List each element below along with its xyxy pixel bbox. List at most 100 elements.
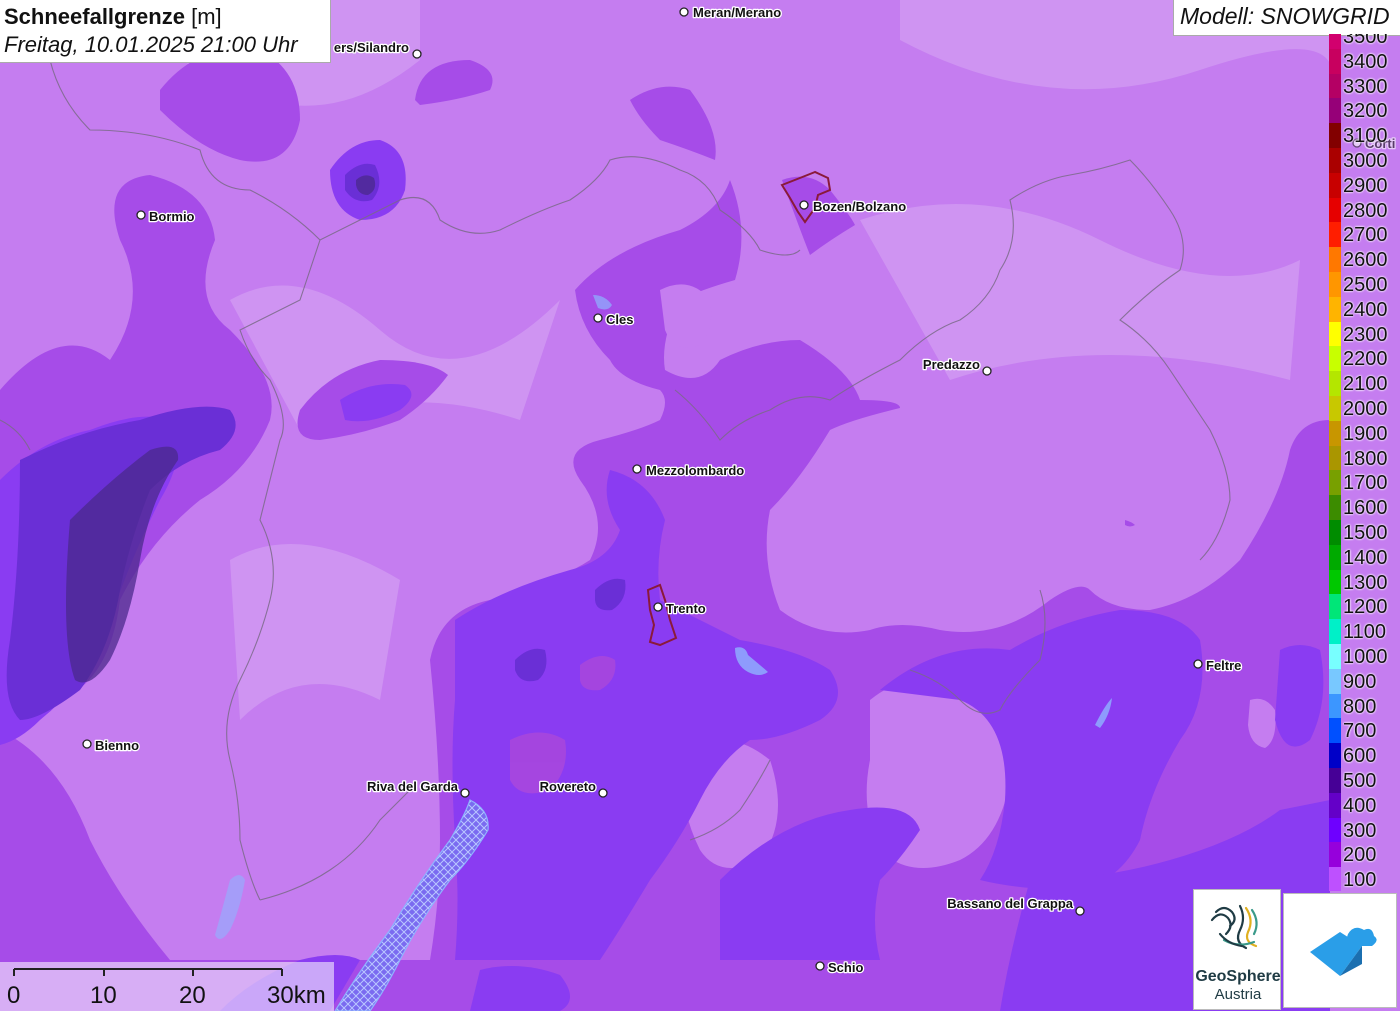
legend-swatch [1329,842,1341,868]
legend-row: 2200 [1328,346,1400,372]
legend-label: 3300 [1343,75,1388,98]
map-title-box: Schneefallgrenze [m] Freitag, 10.01.2025… [0,0,331,63]
scale-label-10: 10 [90,982,117,1009]
marker-mezzolombardo[interactable] [632,464,642,474]
marker-riva[interactable] [460,788,470,798]
legend-row: 2400 [1328,296,1400,322]
geosphere-logo-subtext: Austria [1214,986,1262,1003]
legend-row: 2600 [1328,247,1400,272]
weather-app-logo[interactable] [1283,893,1397,1008]
legend-row: 1600 [1328,495,1400,520]
legend-swatch [1329,668,1341,694]
geosphere-logo[interactable]: GeoSphere Austria [1193,889,1281,1010]
legend-label: 3400 [1343,50,1388,73]
legend-row: 2100 [1328,371,1400,396]
legend-row: 2900 [1328,172,1400,198]
legend-row: 1300 [1328,569,1400,595]
marker-bormio[interactable] [136,210,146,220]
legend-label: 600 [1343,745,1377,768]
snowfall-map[interactable]: Meran/Merano ers/Silandro Bormio Bozen/B… [0,0,1400,1011]
label-bormio: Bormio [149,209,195,224]
legend-row: 1900 [1328,420,1400,446]
label-cles: Cles [606,312,633,327]
legend-label: 3000 [1343,150,1388,172]
marker-bozen[interactable] [799,200,809,210]
legend-label: 300 [1343,819,1377,842]
legend-swatch [1329,544,1341,570]
label-bienno: Bienno [95,738,139,753]
geosphere-logo-text: GeoSphere [1195,968,1281,985]
label-bassano: Bassano del Grappa [947,896,1073,911]
legend-row: 400 [1328,792,1400,818]
legend-row: 1700 [1328,470,1400,496]
legend-swatch [1329,817,1341,843]
label-mezzolombardo: Mezzolombardo [646,463,744,478]
legend-row: 3000 [1328,148,1400,173]
legend-label: 900 [1343,670,1377,693]
map-title: Schneefallgrenze [m] [4,3,326,31]
legend-label: 400 [1343,794,1377,817]
legend-swatch [1329,792,1341,818]
map-datetime: Freitag, 10.01.2025 21:00 Uhr [4,32,298,57]
legend-row: 3200 [1328,98,1400,124]
marker-rovereto[interactable] [598,788,608,798]
legend-row: 1100 [1328,619,1400,644]
marker-trento[interactable] [653,602,663,612]
legend-row: 2000 [1328,396,1400,421]
legend-row: 700 [1328,718,1400,744]
legend-row: 100 [1328,867,1400,891]
marker-feltre[interactable] [1193,659,1203,669]
legend-row: 2300 [1328,321,1400,347]
legend-row: 1400 [1328,544,1400,570]
legend-label: 2700 [1343,224,1388,247]
marker-silandro[interactable] [412,49,422,59]
legend-swatch [1329,594,1341,620]
legend-row: 200 [1328,842,1400,868]
legend-swatch [1329,346,1341,372]
legend-label: 800 [1343,695,1377,718]
legend-label: 2400 [1343,298,1388,321]
scale-bar: 0 10 20 30km [0,962,334,1011]
legend-row: 1500 [1328,520,1400,545]
legend-label: 700 [1343,720,1377,743]
map-title-main: Schneefallgrenze [4,4,185,29]
marker-bienno[interactable] [82,739,92,749]
legend-row: 2700 [1328,222,1400,248]
label-schio: Schio [828,960,863,975]
legend-swatch [1329,148,1341,173]
legend-row: 3500 [1328,34,1400,49]
legend-label: 200 [1343,844,1377,867]
legend-label: 2600 [1343,249,1388,272]
legend-label: 3500 [1343,34,1388,48]
legend-label: 2800 [1343,199,1388,222]
legend-label: 1400 [1343,546,1388,569]
legend-label: 2300 [1343,323,1388,346]
legend-row: 300 [1328,817,1400,843]
label-feltre: Feltre [1206,658,1241,673]
legend-swatch [1329,569,1341,595]
legend-label: 1900 [1343,422,1388,445]
legend-row: 1000 [1328,644,1400,669]
legend-row: 900 [1328,668,1400,694]
geosphere-emblem-icon [1210,904,1258,950]
marker-schio[interactable] [815,961,825,971]
legend-swatch [1329,445,1341,471]
marker-predazzo[interactable] [982,366,992,376]
marker-cles[interactable] [593,313,603,323]
legend-label: 1500 [1343,522,1388,544]
map-title-unit: [m] [191,4,222,29]
legend-swatch [1329,48,1341,74]
legend-swatch [1329,172,1341,198]
label-riva: Riva del Garda [367,779,459,794]
legend-label: 1100 [1343,621,1387,644]
marker-meran[interactable] [679,7,689,17]
label-rovereto: Rovereto [540,779,596,794]
scale-label-20: 20 [179,982,206,1009]
legend-swatch [1329,123,1341,148]
marker-bassano[interactable] [1075,906,1085,916]
legend-label: 2500 [1343,274,1388,296]
legend-row: 2500 [1328,272,1400,297]
legend-label: 2100 [1343,373,1388,396]
color-legend: 3500 3400 3300 3200 3100 3000 2900 2800 2700 2600… [1328,34,1400,891]
legend-label: 2200 [1343,348,1388,371]
